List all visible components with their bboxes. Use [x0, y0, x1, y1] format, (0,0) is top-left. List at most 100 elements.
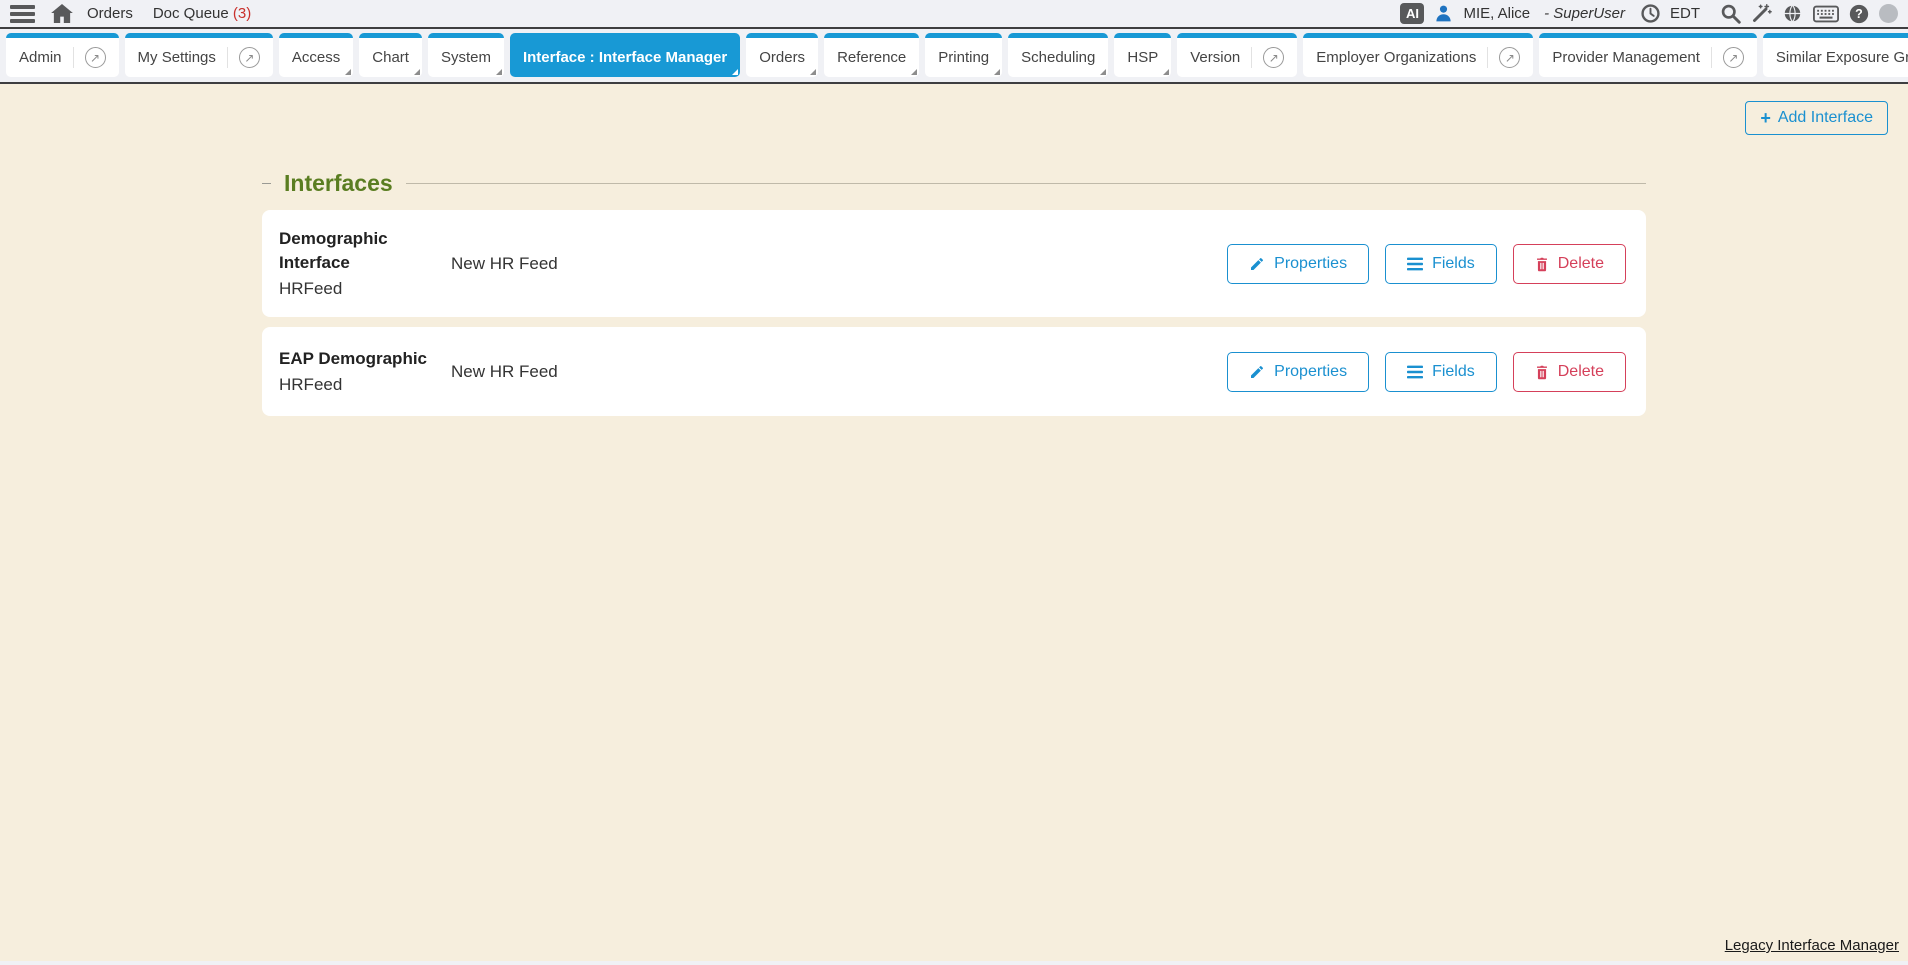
tab-label: HSP: [1127, 49, 1158, 66]
pencil-icon: [1249, 364, 1265, 380]
interface-row: EAP Demographic HRFeed New HR Feed Prope…: [262, 327, 1646, 416]
tab-label: Employer Organizations: [1316, 49, 1476, 66]
trash-icon: [1535, 364, 1549, 380]
delete-button[interactable]: Delete: [1513, 244, 1626, 284]
timezone-label: EDT: [1670, 5, 1700, 22]
top-bar: Orders Doc Queue (3) AI MIE, Alice - Sup…: [0, 0, 1908, 29]
row-actions: Properties Fields Delete: [1227, 352, 1626, 392]
tab-label: Printing: [938, 49, 989, 66]
tab-my-settings[interactable]: My Settings ↗: [125, 33, 273, 77]
tab-corner-mark: [414, 69, 420, 75]
tab-label: Similar Exposure Groups (SEGs): [1776, 49, 1908, 66]
delete-button[interactable]: Delete: [1513, 352, 1626, 392]
header-dash: [262, 183, 271, 184]
topnav-orders-link[interactable]: Orders: [87, 5, 133, 22]
tab-label: Reference: [837, 49, 906, 66]
tab-label: Interface : Interface Manager: [523, 49, 727, 66]
tab-orders[interactable]: Orders: [746, 33, 818, 77]
tab-label: Orders: [759, 49, 805, 66]
fields-button[interactable]: Fields: [1385, 352, 1497, 392]
header-rule: [406, 183, 1646, 184]
plus-icon: +: [1760, 108, 1771, 129]
keyboard-icon[interactable]: [1813, 5, 1839, 23]
tab-corner-mark: [911, 69, 917, 75]
section-header: Interfaces: [262, 170, 1646, 197]
wand-icon[interactable]: [1751, 3, 1772, 24]
tab-label: System: [441, 49, 491, 66]
tab-similar-exposure-groups-segs[interactable]: Similar Exposure Groups (SEGs) ↗: [1763, 33, 1908, 77]
trash-icon: [1535, 256, 1549, 272]
tab-label: Provider Management: [1552, 49, 1700, 66]
fields-button-label: Fields: [1432, 255, 1475, 273]
tab-interface-interface-manager[interactable]: Interface : Interface Manager: [510, 33, 740, 77]
tab-bar: Admin ↗ My Settings ↗ Access Chart Syste…: [0, 29, 1908, 84]
properties-button-label: Properties: [1274, 363, 1347, 381]
tab-admin[interactable]: Admin ↗: [6, 33, 119, 77]
tab-printing[interactable]: Printing: [925, 33, 1002, 77]
clock-icon[interactable]: [1641, 4, 1660, 23]
tab-corner-mark: [1163, 69, 1169, 75]
interface-list: Demographic Interface HRFeed New HR Feed…: [262, 210, 1646, 416]
tab-corner-mark: [732, 69, 738, 75]
page-title: Interfaces: [284, 170, 393, 197]
tab-reference[interactable]: Reference: [824, 33, 919, 77]
delete-button-label: Delete: [1558, 363, 1604, 381]
add-interface-label: Add Interface: [1778, 109, 1873, 127]
legacy-interface-manager-link[interactable]: Legacy Interface Manager: [1725, 937, 1899, 954]
add-interface-button[interactable]: + Add Interface: [1745, 101, 1888, 135]
tab-scheduling[interactable]: Scheduling: [1008, 33, 1108, 77]
tab-label: Chart: [372, 49, 409, 66]
interface-row: Demographic Interface HRFeed New HR Feed…: [262, 210, 1646, 317]
tab-popout-icon[interactable]: ↗: [73, 47, 106, 68]
help-icon[interactable]: ?: [1849, 4, 1869, 24]
interface-code: HRFeed: [279, 373, 451, 397]
tab-provider-management[interactable]: Provider Management ↗: [1539, 33, 1757, 77]
tab-system[interactable]: System: [428, 33, 504, 77]
tab-corner-mark: [496, 69, 502, 75]
tab-popout-icon[interactable]: ↗: [227, 47, 260, 68]
row-actions: Properties Fields Delete: [1227, 244, 1626, 284]
tab-label: Admin: [19, 49, 62, 66]
fields-button-label: Fields: [1432, 363, 1475, 381]
interface-name: EAP Demographic: [279, 347, 451, 371]
tab-corner-mark: [810, 69, 816, 75]
pencil-icon: [1249, 256, 1265, 272]
tab-popout-icon[interactable]: ↗: [1487, 47, 1520, 68]
user-role: - SuperUser: [1544, 5, 1625, 22]
fields-button[interactable]: Fields: [1385, 244, 1497, 284]
tab-label: Scheduling: [1021, 49, 1095, 66]
tab-popout-icon[interactable]: ↗: [1711, 47, 1744, 68]
hamburger-icon[interactable]: [10, 5, 35, 23]
tab-corner-mark: [1100, 69, 1106, 75]
home-icon[interactable]: [51, 4, 73, 23]
interface-name: Demographic Interface: [279, 227, 451, 275]
interface-code: HRFeed: [279, 277, 451, 301]
interface-description: New HR Feed: [451, 254, 1227, 274]
doc-queue-count-badge: (3): [233, 5, 251, 22]
user-name: MIE, Alice: [1463, 5, 1530, 22]
user-icon: [1434, 4, 1453, 23]
tab-hsp[interactable]: HSP: [1114, 33, 1171, 77]
interface-description: New HR Feed: [451, 362, 1227, 382]
search-icon[interactable]: [1720, 3, 1741, 24]
delete-button-label: Delete: [1558, 255, 1604, 273]
tab-chart[interactable]: Chart: [359, 33, 422, 77]
ai-badge[interactable]: AI: [1400, 3, 1424, 24]
tab-label: My Settings: [138, 49, 216, 66]
avatar[interactable]: [1879, 4, 1898, 23]
properties-button[interactable]: Properties: [1227, 244, 1369, 284]
doc-queue-label: Doc Queue: [153, 5, 229, 22]
properties-button-label: Properties: [1274, 255, 1347, 273]
tab-employer-organizations[interactable]: Employer Organizations ↗: [1303, 33, 1533, 77]
list-icon: [1407, 257, 1423, 271]
tab-label: Access: [292, 49, 340, 66]
list-icon: [1407, 365, 1423, 379]
topnav-doc-queue-link[interactable]: Doc Queue (3): [153, 5, 251, 22]
tab-version[interactable]: Version ↗: [1177, 33, 1297, 77]
globe-icon[interactable]: [1782, 3, 1803, 24]
tab-access[interactable]: Access: [279, 33, 353, 77]
tab-popout-icon[interactable]: ↗: [1251, 47, 1284, 68]
main-content: + Add Interface Interfaces Demographic I…: [0, 84, 1908, 961]
tab-corner-mark: [994, 69, 1000, 75]
properties-button[interactable]: Properties: [1227, 352, 1369, 392]
